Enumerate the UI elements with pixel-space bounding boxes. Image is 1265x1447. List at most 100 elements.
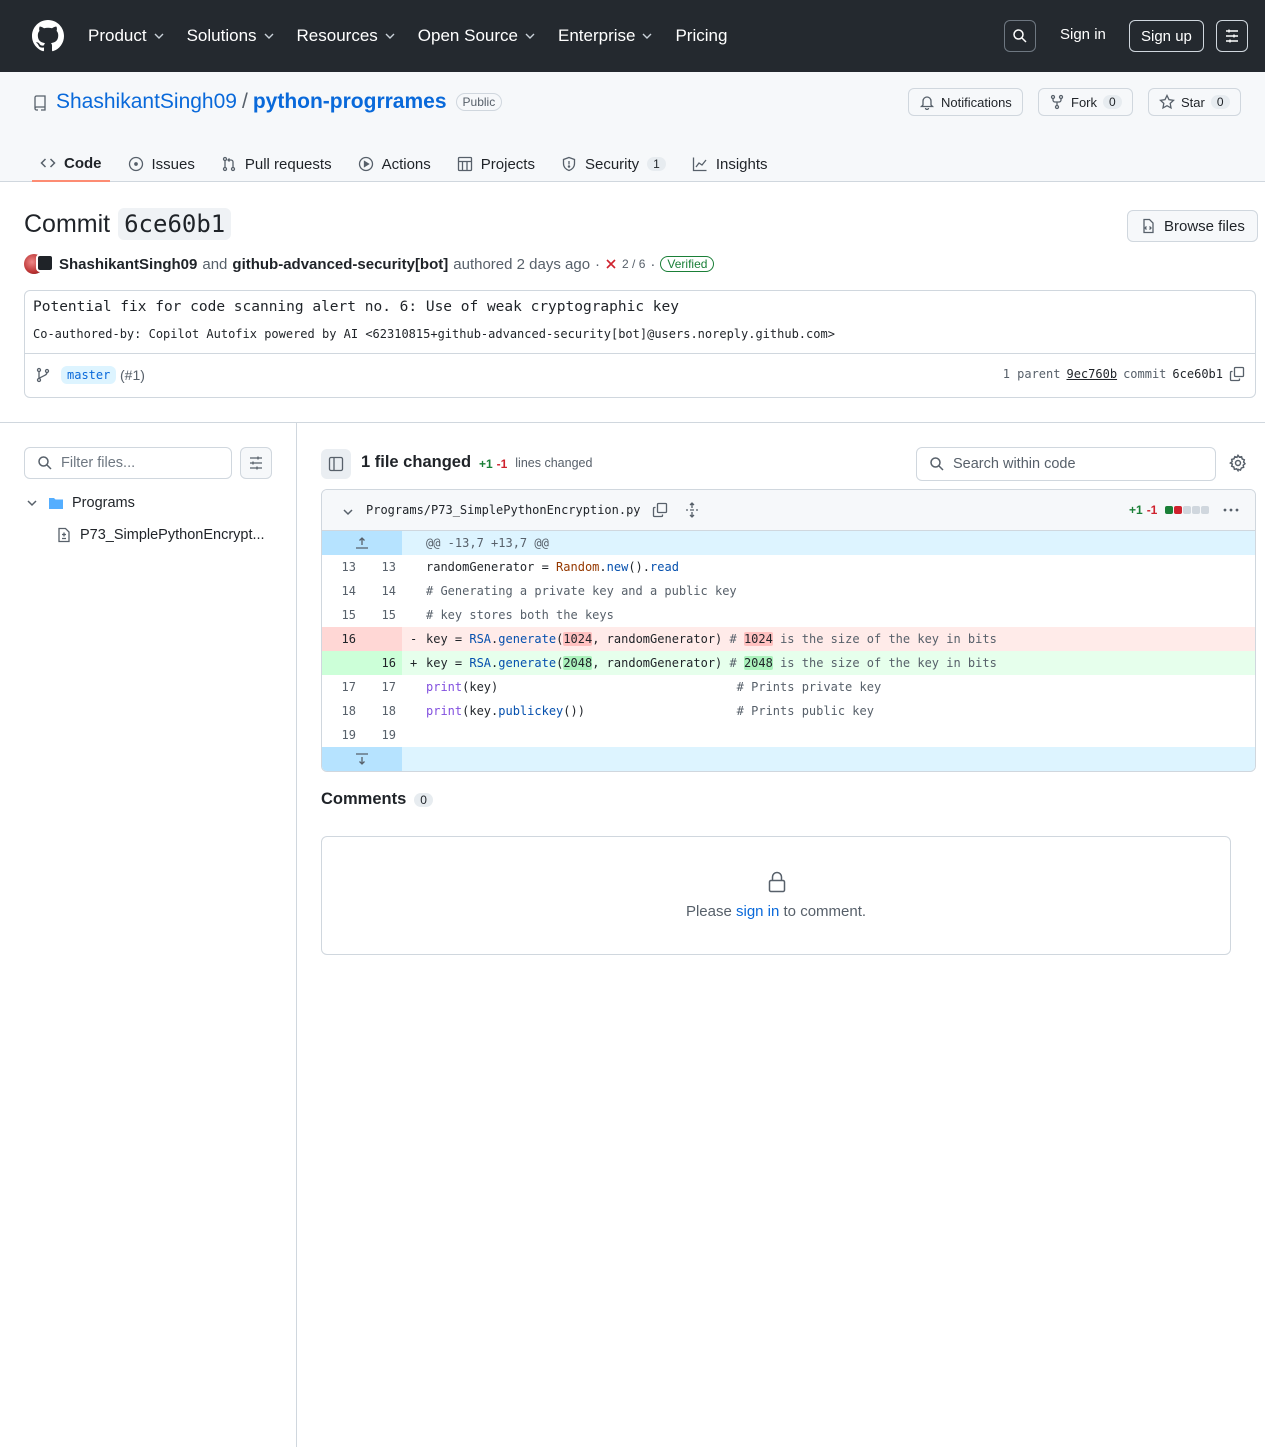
filter-options-button[interactable] bbox=[240, 447, 272, 479]
diff-line-added: 16 + key = RSA.generate(2048, randomGene… bbox=[322, 651, 1255, 675]
commit-message-box: Potential fix for code scanning alert no… bbox=[24, 290, 1256, 398]
nav-open-source[interactable]: Open Source bbox=[418, 26, 536, 46]
browse-files-button[interactable]: Browse files bbox=[1127, 210, 1258, 242]
tab-projects[interactable]: Projects bbox=[449, 148, 543, 180]
nav-enterprise[interactable]: Enterprise bbox=[558, 26, 653, 46]
tree-file-item[interactable]: P73_SimplePythonEncrypt... bbox=[56, 524, 276, 546]
prompt-after: to comment. bbox=[783, 903, 867, 920]
graph-icon bbox=[692, 156, 708, 172]
chevron-down-icon[interactable] bbox=[340, 504, 356, 520]
file-code-icon bbox=[1140, 218, 1156, 234]
diffstat-neutral-block bbox=[1183, 506, 1192, 514]
tab-actions[interactable]: Actions bbox=[350, 148, 439, 180]
hunk-footer-row bbox=[322, 747, 1255, 771]
line-code: print(key.publickey()) # Prints public k… bbox=[426, 704, 874, 718]
chevron-down-icon bbox=[641, 30, 653, 42]
new-line-number[interactable]: 16 bbox=[362, 656, 402, 670]
search-code-placeholder: Search within code bbox=[953, 456, 1076, 472]
repo-owner-link[interactable]: ShashikantSingh09 bbox=[56, 90, 237, 114]
file-path[interactable]: Programs/P73_SimplePythonEncryption.py bbox=[366, 503, 641, 517]
sign-up-button[interactable]: Sign up bbox=[1129, 20, 1204, 52]
fork-button[interactable]: Fork 0 bbox=[1038, 88, 1133, 116]
star-button[interactable]: Star 0 bbox=[1148, 88, 1241, 116]
nav-resources-label: Resources bbox=[296, 26, 378, 45]
sign-in-prompt: Please sign in to comment. bbox=[322, 903, 1230, 920]
filter-files-input[interactable]: Filter files... bbox=[24, 447, 232, 479]
global-header: Product Solutions Resources Open Source … bbox=[0, 0, 1265, 72]
author-conjunction: and bbox=[202, 255, 228, 273]
sidebar-divider bbox=[296, 422, 297, 1447]
file-deletions: -1 bbox=[1146, 503, 1158, 517]
kebab-menu-icon[interactable] bbox=[1222, 506, 1240, 514]
commit-title-prefix: Commit bbox=[24, 209, 111, 238]
search-icon bbox=[37, 455, 53, 471]
hunk-header: @@ -13,7 +13,7 @@ bbox=[426, 536, 549, 550]
copy-icon[interactable] bbox=[652, 502, 668, 518]
copy-icon[interactable] bbox=[1229, 366, 1245, 382]
gear-icon[interactable] bbox=[1229, 454, 1247, 472]
verified-badge[interactable]: Verified bbox=[660, 256, 715, 272]
comments-header: Comments 0 bbox=[321, 790, 433, 809]
old-line-number[interactable]: 15 bbox=[322, 608, 362, 622]
old-line-number[interactable]: 14 bbox=[322, 584, 362, 598]
commit-sha: 6ce60b1 bbox=[118, 208, 232, 240]
section-divider bbox=[0, 422, 1265, 423]
coauthor-link[interactable]: github-advanced-security[bot] bbox=[232, 256, 448, 273]
sign-in-link[interactable]: sign in bbox=[736, 903, 779, 920]
search-button[interactable] bbox=[1004, 20, 1036, 52]
chevron-down-icon bbox=[263, 30, 275, 42]
lines-changed-label: lines changed bbox=[515, 455, 593, 470]
menu-button[interactable] bbox=[1216, 20, 1248, 52]
toggle-sidebar-button[interactable] bbox=[321, 449, 351, 479]
nav-resources[interactable]: Resources bbox=[297, 26, 396, 46]
author-link[interactable]: ShashikantSingh09 bbox=[59, 256, 197, 273]
new-line-number[interactable]: 14 bbox=[362, 584, 402, 598]
parent-sha-link[interactable]: 9ec760b bbox=[1066, 367, 1117, 381]
file-label: P73_SimplePythonEncrypt... bbox=[80, 527, 265, 543]
sign-in-link[interactable]: Sign in bbox=[1060, 26, 1106, 43]
prompt-before: Please bbox=[685, 903, 732, 920]
new-line-number[interactable]: 13 bbox=[362, 560, 402, 574]
x-icon[interactable] bbox=[605, 258, 617, 270]
authored-time: authored 2 days ago bbox=[453, 255, 591, 273]
separator-dot: · bbox=[595, 255, 601, 273]
new-line-number[interactable]: 19 bbox=[362, 728, 402, 742]
repo-title: ShashikantSingh09 / python-progrrames Pu… bbox=[56, 90, 503, 114]
new-line-number[interactable]: 17 bbox=[362, 680, 402, 694]
expand-down-button[interactable] bbox=[322, 747, 402, 771]
expand-down-icon bbox=[354, 751, 370, 767]
nav-pricing[interactable]: Pricing bbox=[675, 26, 727, 46]
nav-product-label: Product bbox=[88, 26, 147, 45]
repository-header: ShashikantSingh09 / python-progrrames Pu… bbox=[0, 72, 1265, 182]
avatar-bot[interactable] bbox=[36, 254, 54, 272]
fork-label: Fork bbox=[1071, 94, 1097, 110]
check-status[interactable]: 2 / 6 bbox=[622, 257, 645, 271]
old-line-number[interactable]: 19 bbox=[322, 728, 362, 742]
tab-issues[interactable]: Issues bbox=[120, 148, 203, 180]
old-line-number[interactable]: 13 bbox=[322, 560, 362, 574]
github-logo-icon[interactable] bbox=[32, 20, 64, 52]
tree-folder-programs[interactable]: Programs bbox=[24, 492, 135, 514]
tab-security[interactable]: Security 1 bbox=[553, 148, 674, 180]
tab-pull-requests[interactable]: Pull requests bbox=[213, 148, 340, 180]
separator-dot: · bbox=[650, 255, 656, 273]
search-icon bbox=[929, 456, 945, 472]
play-icon bbox=[358, 156, 374, 172]
expand-up-icon bbox=[354, 535, 370, 551]
notifications-button[interactable]: Notifications bbox=[908, 88, 1023, 116]
tab-code[interactable]: Code bbox=[32, 148, 110, 182]
old-line-number[interactable]: 18 bbox=[322, 704, 362, 718]
branch-tag[interactable]: master bbox=[61, 366, 117, 384]
pull-request-link[interactable]: (#1) bbox=[120, 367, 145, 383]
nav-product[interactable]: Product bbox=[88, 26, 165, 46]
new-line-number[interactable]: 15 bbox=[362, 608, 402, 622]
search-code-input[interactable]: Search within code bbox=[916, 447, 1216, 481]
new-line-number[interactable]: 18 bbox=[362, 704, 402, 718]
nav-solutions[interactable]: Solutions bbox=[187, 26, 275, 46]
tab-insights[interactable]: Insights bbox=[684, 148, 776, 180]
old-line-number[interactable]: 16 bbox=[322, 632, 362, 646]
expand-up-button[interactable] bbox=[322, 531, 402, 555]
expand-all-icon[interactable] bbox=[684, 502, 700, 518]
old-line-number[interactable]: 17 bbox=[322, 680, 362, 694]
repo-name-link[interactable]: python-progrrames bbox=[253, 90, 447, 114]
